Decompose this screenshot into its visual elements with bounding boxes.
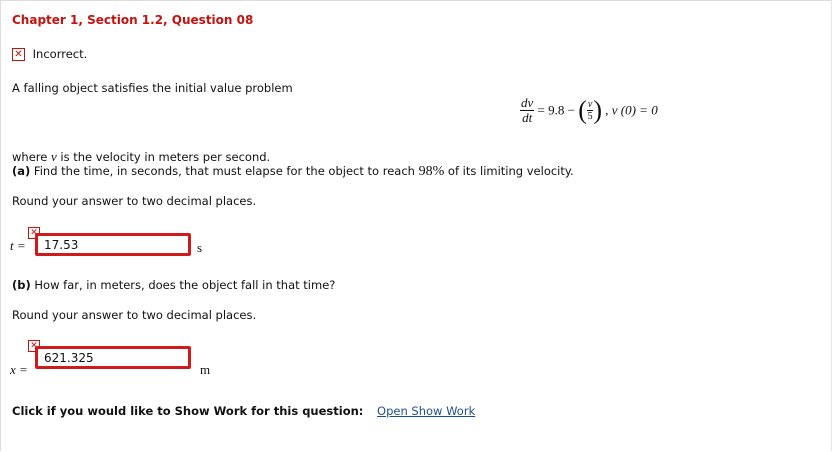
t-answer-field-wrap xyxy=(35,233,191,256)
x-answer-input[interactable] xyxy=(35,346,191,369)
x-unit: m xyxy=(200,362,211,377)
part-a-question: (a) Find the time, in seconds, that must… xyxy=(12,164,574,179)
initial-condition: , v (0) = 0 xyxy=(605,102,658,118)
show-work-prompt: Click if you would like to Show Work for… xyxy=(12,404,364,418)
left-paren: ( xyxy=(578,95,587,125)
t-variable-label: t = xyxy=(10,238,26,253)
show-work-row: Click if you would like to Show Work for… xyxy=(12,404,475,418)
differential-equation: dv dt = 9.8 − (v 5) , v (0) = 0 xyxy=(520,96,658,125)
round-instruction-b: Round your answer to two decimal places. xyxy=(12,308,257,322)
problem-intro: A falling object satisfies the initial v… xyxy=(12,81,293,95)
question-frame xyxy=(0,0,832,451)
equation-rhs: = 9.8 − xyxy=(537,102,575,118)
part-b-question: (b) How far, in meters, does the object … xyxy=(12,278,336,292)
round-instruction-a: Round your answer to two decimal places. xyxy=(12,194,257,208)
incorrect-status: ✕ Incorrect. xyxy=(12,46,87,61)
status-text: Incorrect. xyxy=(32,46,88,61)
t-unit: s xyxy=(197,240,203,255)
open-show-work-link[interactable]: Open Show Work xyxy=(377,404,475,418)
derivative-fraction: dv dt xyxy=(520,95,535,125)
right-paren: ) xyxy=(593,95,602,125)
x-answer-field-wrap xyxy=(35,346,191,369)
x-variable-label: x = xyxy=(10,362,28,377)
question-title: Chapter 1, Section 1.2, Question 08 xyxy=(12,13,254,27)
velocity-definition: where v is the velocity in meters per se… xyxy=(12,149,271,164)
t-answer-input[interactable] xyxy=(35,233,191,256)
x-mark-icon: ✕ xyxy=(12,48,25,61)
